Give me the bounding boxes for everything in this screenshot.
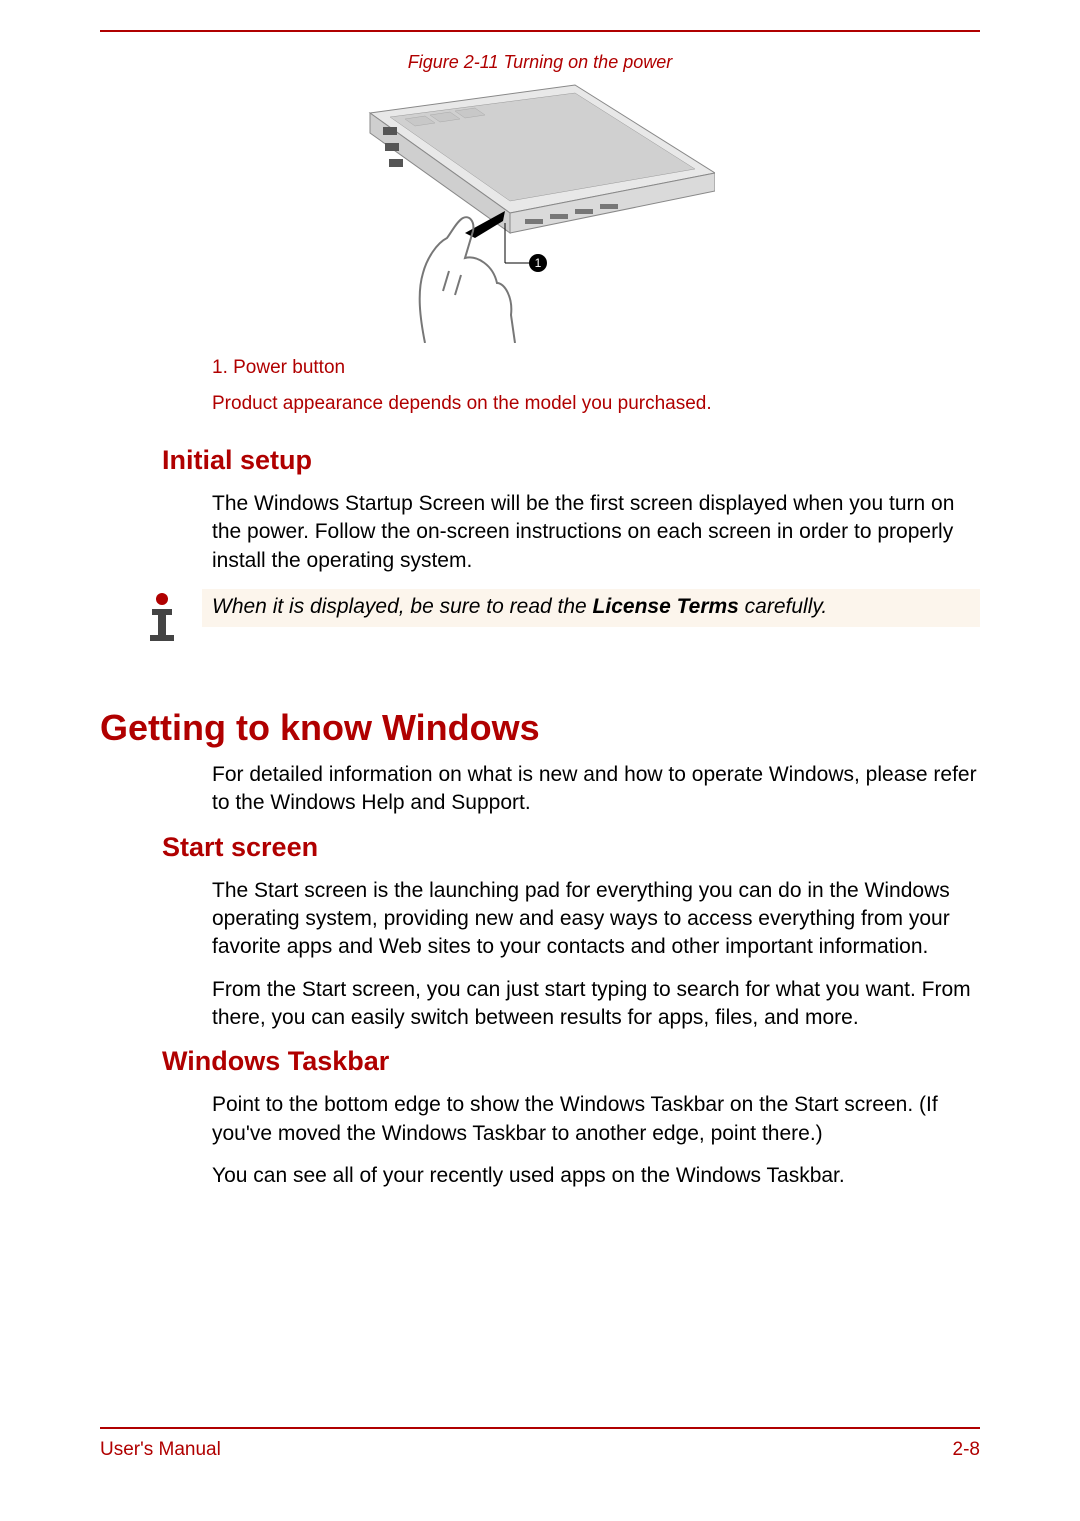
figure-caption: Figure 2-11 Turning on the power — [100, 52, 980, 73]
heading-getting-to-know: Getting to know Windows — [100, 707, 980, 749]
figure-illustration: 1 — [100, 83, 980, 343]
start-screen-p1: The Start screen is the launching pad fo… — [212, 877, 980, 962]
laptop-power-illustration: 1 — [365, 83, 715, 343]
info-icon — [140, 591, 184, 647]
page-footer: User's Manual 2-8 — [100, 1427, 980, 1461]
note-block: When it is displayed, be sure to read th… — [140, 589, 980, 647]
note-text: When it is displayed, be sure to read th… — [202, 589, 980, 627]
heading-initial-setup: Initial setup — [162, 445, 980, 476]
note-pre: When it is displayed, be sure to read th… — [212, 595, 593, 618]
footer-right: 2-8 — [953, 1439, 980, 1461]
note-bold: License Terms — [593, 595, 739, 618]
windows-taskbar-p1: Point to the bottom edge to show the Win… — [212, 1091, 980, 1148]
initial-setup-paragraph: The Windows Startup Screen will be the f… — [212, 490, 980, 575]
windows-taskbar-p2: You can see all of your recently used ap… — [212, 1162, 980, 1190]
footer-row: User's Manual 2-8 — [100, 1439, 980, 1461]
heading-start-screen: Start screen — [162, 832, 980, 863]
svg-text:1: 1 — [535, 256, 542, 270]
heading-windows-taskbar: Windows Taskbar — [162, 1046, 980, 1077]
figure-legend: 1. Power button — [212, 357, 980, 379]
getting-to-know-paragraph: For detailed information on what is new … — [212, 761, 980, 818]
note-post: carefully. — [739, 595, 827, 618]
figure-disclaimer: Product appearance depends on the model … — [212, 393, 980, 415]
start-screen-p2: From the Start screen, you can just star… — [212, 976, 980, 1033]
footer-rule — [100, 1427, 980, 1429]
footer-left: User's Manual — [100, 1439, 221, 1461]
page-content: Figure 2-11 Turning on the power — [0, 0, 1080, 1190]
top-rule — [100, 30, 980, 32]
